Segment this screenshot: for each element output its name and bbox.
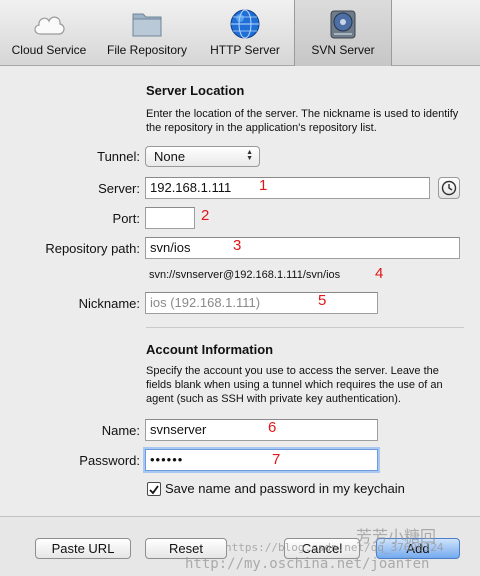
nickname-field[interactable]: ios (192.168.1.111) xyxy=(145,292,378,314)
port-field[interactable] xyxy=(145,207,195,229)
keychain-checkbox[interactable] xyxy=(147,482,161,496)
section-divider xyxy=(146,327,464,328)
tunnel-select[interactable]: None ▲ ▼ xyxy=(145,146,260,167)
annotation-3: 3 xyxy=(233,237,242,254)
nickname-label: Nickname: xyxy=(78,296,140,311)
server-location-title: Server Location xyxy=(146,83,245,98)
annotation-7: 7 xyxy=(272,451,281,468)
tab-label: File Repository xyxy=(106,43,188,57)
annotation-4: 4 xyxy=(375,265,384,282)
name-field[interactable]: svnserver xyxy=(145,419,378,441)
name-label: Name: xyxy=(101,423,140,438)
watermark-line-2: http://my.oschina.net/joanfen xyxy=(185,556,430,572)
checkmark-icon xyxy=(149,485,159,495)
tab-label: SVN Server xyxy=(311,43,375,57)
clock-icon xyxy=(441,180,457,196)
preferences-toolbar: Cloud Service File Repository HTTP Serve… xyxy=(0,0,480,66)
account-description: Specify the account you use to access th… xyxy=(146,365,443,405)
cloud-icon xyxy=(34,16,65,35)
updown-arrows-icon: ▲ ▼ xyxy=(246,149,253,162)
repository-path-label: Repository path: xyxy=(45,241,140,256)
server-location-description: Enter the location of the server. The ni… xyxy=(146,108,459,134)
annotation-5: 5 xyxy=(318,292,327,309)
server-label: Server: xyxy=(98,181,140,196)
account-information-title: Account Information xyxy=(146,342,274,357)
tunnel-label: Tunnel: xyxy=(97,149,140,164)
port-label: Port: xyxy=(112,211,140,226)
tab-http-server[interactable]: HTTP Server xyxy=(196,0,294,66)
tab-cloud-service[interactable]: Cloud Service xyxy=(0,0,98,66)
keychain-label: Save name and password in my keychain xyxy=(165,481,405,496)
paste-url-button[interactable]: Paste URL xyxy=(35,538,131,559)
tab-label: Cloud Service xyxy=(11,43,87,57)
tab-svn-server[interactable]: SVN Server xyxy=(294,0,392,66)
hard-drive-icon xyxy=(330,10,356,39)
repository-path-field[interactable]: svn/ios xyxy=(145,237,460,259)
url-preview: svn://svnserver@192.168.1.111/svn/ios xyxy=(149,269,341,281)
history-button[interactable] xyxy=(438,177,460,199)
password-label: Password: xyxy=(79,453,140,468)
server-field[interactable]: 192.168.1.111 xyxy=(145,177,430,199)
annotation-6: 6 xyxy=(268,419,277,436)
password-field[interactable]: •••••• xyxy=(145,449,378,471)
watermark-line-1: https://blog.csdn.net/qq_37690324 xyxy=(225,541,444,554)
tunnel-value: None xyxy=(154,149,186,164)
tab-label: HTTP Server xyxy=(210,43,280,57)
globe-icon xyxy=(230,9,260,39)
annotation-2: 2 xyxy=(201,207,210,224)
tab-file-repository[interactable]: File Repository xyxy=(98,0,196,66)
folder-icon xyxy=(132,13,162,37)
annotation-1: 1 xyxy=(259,177,268,194)
